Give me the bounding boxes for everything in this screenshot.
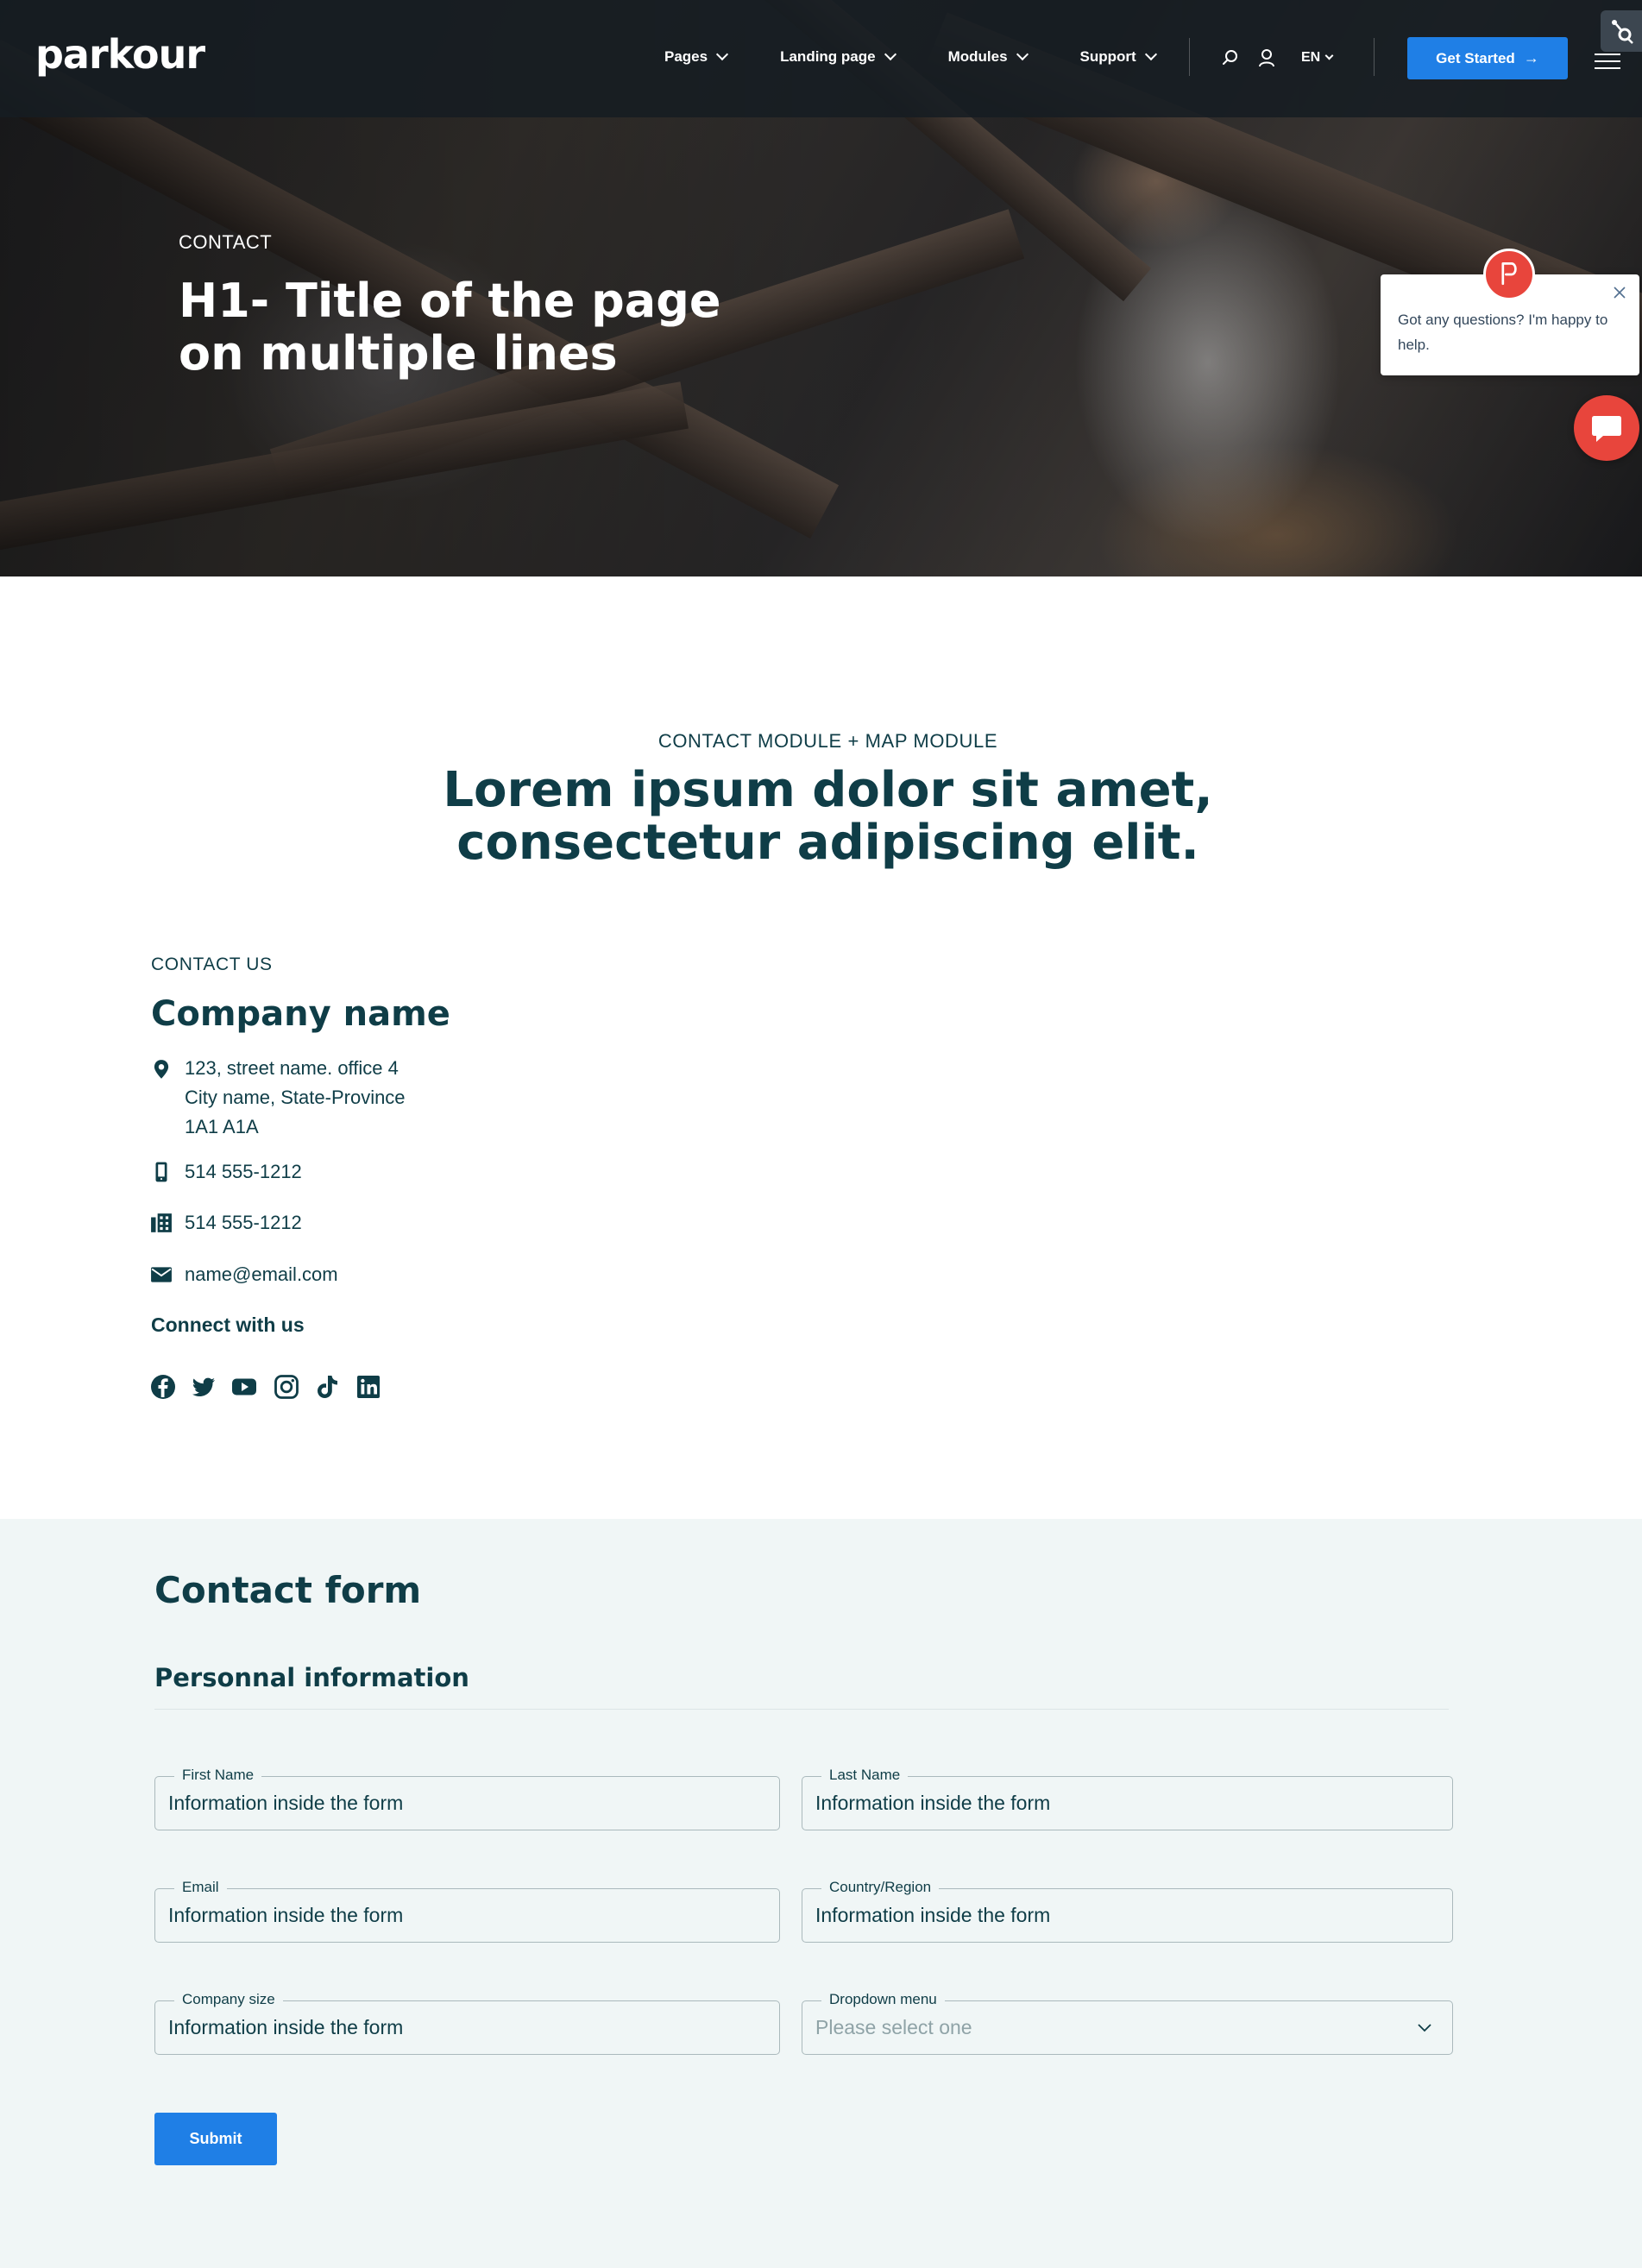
youtube-icon[interactable] — [231, 1374, 257, 1400]
first-name-label: First Name — [174, 1767, 262, 1784]
chevron-down-icon — [716, 47, 729, 61]
nav-item-support[interactable]: Support — [1079, 47, 1157, 66]
chevron-down-icon — [1418, 2024, 1431, 2032]
submit-button[interactable]: Submit — [154, 2113, 277, 2165]
last-name-input[interactable]: Information inside the form — [815, 1792, 1411, 1815]
chat-launcher-button[interactable] — [1574, 395, 1639, 461]
phone-number[interactable]: 514 555-1212 — [185, 1157, 302, 1187]
last-name-field[interactable]: Last Name Information inside the form — [802, 1767, 1453, 1830]
tiktok-icon[interactable] — [314, 1374, 340, 1400]
nav-item-label: Pages — [664, 48, 708, 65]
nav-divider — [1189, 38, 1190, 76]
nav-item-label: Support — [1079, 48, 1136, 65]
address: 123, street name. office 4 City name, St… — [185, 1054, 406, 1142]
address-line: 123, street name. office 4 — [185, 1057, 399, 1079]
nav-divider — [1374, 38, 1375, 76]
mobile-phone-icon — [155, 1162, 167, 1182]
nav-item-modules[interactable]: Modules — [947, 47, 1029, 66]
email-label: Email — [174, 1879, 227, 1896]
chevron-down-icon — [1144, 47, 1157, 61]
form-title: Contact form — [154, 1569, 422, 1611]
form-subtitle: Personnal information — [154, 1663, 469, 1692]
first-name-input[interactable]: Information inside the form — [168, 1792, 764, 1815]
nav-item-label: Landing page — [780, 48, 876, 65]
search-icon[interactable] — [1222, 49, 1239, 66]
chevron-down-icon — [1016, 47, 1029, 61]
section-title-text: Lorem ipsum dolor sit amet, consectetur … — [443, 762, 1213, 871]
get-started-button[interactable]: Get Started → — [1407, 37, 1568, 79]
fax-icon — [151, 1213, 172, 1232]
hero-eyebrow: CONTACT — [179, 231, 273, 253]
arrow-right-icon: → — [1523, 49, 1539, 66]
address-line: City name, State-Province — [185, 1087, 406, 1108]
chat-message: Got any questions? I'm happy to help. — [1398, 312, 1608, 353]
form-divider — [154, 1709, 1449, 1710]
language-selector[interactable]: EN — [1301, 50, 1334, 66]
company-size-input[interactable]: Information inside the form — [168, 2016, 764, 2039]
location-pin-icon — [154, 1060, 169, 1079]
email-link[interactable]: name@email.com — [185, 1260, 338, 1289]
company-name: Company name — [151, 994, 450, 1034]
contact-eyebrow: CONTACT US — [151, 954, 273, 974]
chevron-down-icon — [1324, 51, 1334, 60]
chat-bubble-icon — [1592, 416, 1621, 442]
hamburger-menu-icon[interactable] — [1595, 54, 1620, 71]
company-size-field[interactable]: Company size Information inside the form — [154, 1991, 780, 2055]
dropdown-label: Dropdown menu — [821, 1991, 945, 2008]
chat-avatar — [1483, 249, 1535, 300]
linkedin-icon[interactable] — [355, 1374, 381, 1400]
email-input[interactable]: Information inside the form — [168, 1904, 764, 1927]
envelope-icon — [151, 1267, 172, 1282]
country-input[interactable]: Information inside the form — [815, 1904, 1411, 1927]
logo[interactable]: parkour — [35, 31, 205, 78]
close-icon[interactable] — [1612, 285, 1627, 300]
address-line: 1A1 A1A — [185, 1116, 259, 1137]
dropdown-select[interactable]: Please select one — [815, 2016, 1411, 2039]
nav-item-pages[interactable]: Pages — [664, 47, 729, 66]
dropdown-field[interactable]: Dropdown menu Please select one — [802, 1991, 1453, 2055]
language-label: EN — [1301, 50, 1321, 65]
section-title: Lorem ipsum dolor sit amet, consectetur … — [0, 764, 1642, 869]
instagram-icon[interactable] — [274, 1374, 299, 1400]
last-name-label: Last Name — [821, 1767, 909, 1784]
hubspot-icon[interactable] — [1601, 10, 1642, 52]
first-name-field[interactable]: First Name Information inside the form — [154, 1767, 780, 1830]
email-field[interactable]: Email Information inside the form — [154, 1879, 780, 1943]
twitter-icon[interactable] — [191, 1374, 217, 1400]
get-started-label: Get Started — [1436, 49, 1515, 66]
nav-item-landing-page[interactable]: Landing page — [780, 47, 896, 66]
connect-heading: Connect with us — [151, 1314, 305, 1336]
top-navigation: parkour Pages Landing page Modules Suppo… — [0, 0, 1642, 117]
page-title: H1- Title of the page on multiple lines — [179, 274, 721, 381]
company-size-label: Company size — [174, 1991, 283, 2008]
chevron-down-icon — [884, 47, 896, 61]
fax-number: 514 555-1212 — [185, 1212, 302, 1233]
country-label: Country/Region — [821, 1879, 940, 1896]
main-nav: Pages Landing page Modules Support — [664, 47, 1209, 66]
user-icon[interactable] — [1258, 48, 1275, 67]
nav-item-label: Modules — [947, 48, 1008, 65]
section-eyebrow: CONTACT MODULE + MAP MODULE — [657, 730, 998, 752]
facebook-icon[interactable] — [150, 1374, 176, 1400]
country-field[interactable]: Country/Region Information inside the fo… — [802, 1879, 1453, 1943]
